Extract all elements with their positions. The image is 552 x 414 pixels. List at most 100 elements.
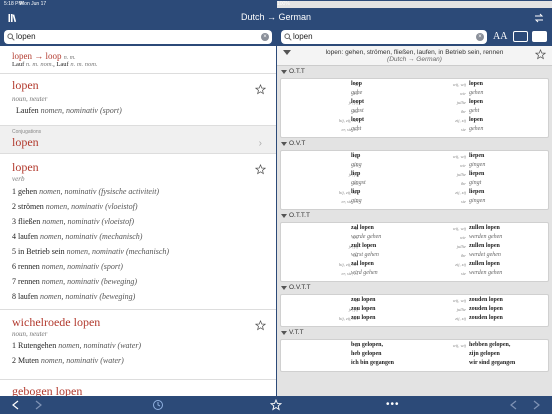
headword: wichelroede lopen <box>12 315 101 329</box>
sense-row: 3 fließen nomen, nominativ (vloeistof) <box>12 217 134 226</box>
sense-row: 7 rennen nomen, nominativ (beweging) <box>12 277 138 286</box>
swap-icon[interactable] <box>534 13 544 23</box>
forward-icon[interactable] <box>32 399 44 411</box>
section-title: O.T.T.T <box>289 212 310 219</box>
table-row: er, sie, es geht sie gehen <box>281 126 548 135</box>
clear-icon[interactable]: × <box>476 33 484 41</box>
back-icon[interactable] <box>508 399 520 411</box>
verb-form-cell: loopt <box>351 99 365 105</box>
list-item[interactable]: lopen noun, neuter Laufen nomen, nominat… <box>0 74 276 126</box>
chevron-right-icon: › <box>258 138 262 149</box>
right-search-input[interactable]: lopen <box>293 32 313 41</box>
table-row: hij, zij, het zou lopen zij, zij zouden lop… <box>281 315 548 324</box>
section-header[interactable]: O.V.T.T <box>277 282 552 294</box>
table-row: je, jij zult lopen jullie zullen lopen <box>281 243 548 252</box>
sense-row: 6 rennen nomen, nominativ (sport) <box>12 262 123 271</box>
verb-form-cell: lopen <box>469 99 484 105</box>
star-icon[interactable] <box>535 49 546 60</box>
pronoun-cell: jullie <box>456 100 466 105</box>
verb-form-cell: gingt <box>469 180 482 186</box>
table-row: heb gelopen zijn gelopen <box>281 351 548 360</box>
section-header[interactable]: O.T.T <box>277 66 552 78</box>
verb-form-cell: lopen <box>469 81 484 87</box>
sense-row: 2 Muten nomen, nominativ (water) <box>12 356 124 365</box>
verb-form-cell: gehen <box>469 90 484 96</box>
collapse-icon[interactable] <box>283 50 291 55</box>
verb-form-cell: ich bin gegangen <box>351 360 395 366</box>
verb-form-cell: wirst gehen <box>351 252 379 258</box>
list-item[interactable]: wichelroede lopen noun, neuter 1 Rutenge… <box>0 310 276 380</box>
list-item[interactable]: lopen verb 1 gehen nomen, nominativ (fys… <box>0 154 276 310</box>
pronoun-cell: jullie <box>456 172 466 177</box>
page-title: Dutch → German <box>240 12 312 22</box>
verb-form-cell: werde gehen <box>351 234 382 240</box>
verb-form-cell: zou lopen <box>351 306 376 312</box>
pronoun-cell: jullie <box>456 244 466 249</box>
verb-form-cell: zouden lopen <box>469 306 503 312</box>
sense-row: 1 Rutengehen nomen, nominativ (water) <box>12 341 142 350</box>
favorites-icon[interactable] <box>270 399 282 411</box>
verb-form-cell: loopt <box>351 117 365 123</box>
verb-form-cell: zullen lopen <box>469 243 500 249</box>
verb-form-cell: loop <box>351 81 363 87</box>
disclosure-icon <box>281 331 287 335</box>
verb-form-cell: zullen lopen <box>469 261 500 267</box>
pronoun-cell: wij, wij <box>452 154 466 159</box>
table-row: du wirst gehen ihr werdet gehen <box>281 252 548 261</box>
verb-form-cell: zal lopen <box>351 261 374 267</box>
pronoun-cell: jullie <box>456 307 466 312</box>
conjugation-table: ik loop wij, wij lopen ich gehe wir gehen je, ji… <box>280 78 549 138</box>
section-header[interactable]: O.T.T.T <box>277 210 552 222</box>
detail-pane[interactable]: lopen: gehen, strömen, fließen, laufen, … <box>277 46 552 396</box>
table-row: ik zal lopen wij, wij zullen lopen <box>281 225 548 234</box>
sense-row: 5 in Betrieb sein nomen, nominativ (mech… <box>12 247 170 256</box>
table-row: er, sie, es ging sie gingen <box>281 198 548 207</box>
single-pane-icon[interactable] <box>513 31 528 42</box>
star-icon[interactable] <box>255 164 266 175</box>
conjugation-table: ik zou lopen wij, wij zouden lopen je, jij zo… <box>280 294 549 327</box>
pronoun-cell: zij, zij <box>455 118 466 123</box>
clear-icon[interactable]: × <box>261 33 269 41</box>
pronoun-cell: wir <box>459 163 466 168</box>
conjugations-item[interactable]: Conjugations lopen › <box>0 126 276 154</box>
table-row: hij, zij, het zal lopen zij, zij zullen lop… <box>281 261 548 270</box>
bottom-toolbar: ••• <box>0 396 552 414</box>
list-item[interactable]: gebogen lopen <box>0 380 276 396</box>
left-search-field[interactable]: lopen × <box>4 30 272 44</box>
right-search-field[interactable]: lopen × <box>281 30 487 44</box>
conjugation-table: ik ben gelopen, wij, wij hebben gelopen, heb… <box>280 339 549 372</box>
verb-form-cell: liepen <box>469 171 485 177</box>
more-icon[interactable]: ••• <box>386 399 400 410</box>
left-search-input[interactable]: lopen <box>16 32 36 41</box>
history-icon[interactable] <box>152 399 164 411</box>
conjugation-section: O.T.T.T ik zal lopen wij, wij zullen lopen ic… <box>277 210 552 282</box>
back-icon[interactable] <box>10 399 22 411</box>
star-icon[interactable] <box>255 84 266 95</box>
table-row: ich ging wir gingen <box>281 162 548 171</box>
conjugation-section: V.T.T ik ben gelopen, wij, wij hebben gelope… <box>277 327 552 372</box>
list-item[interactable]: lopen → loop n. m. Lauf n. m. nom., Lauf… <box>0 46 276 74</box>
sense-row: 2 strömen nomen, nominativ (vloeistof) <box>12 202 138 211</box>
verb-form-cell: zou lopen <box>351 315 376 321</box>
forward-icon[interactable] <box>530 399 542 411</box>
star-icon[interactable] <box>255 320 266 331</box>
verb-form-cell: zouden lopen <box>469 315 503 321</box>
results-list[interactable]: lopen → loop n. m. Lauf n. m. nom., Lauf… <box>0 46 276 396</box>
table-row: ich werde gehen wir werden gehen <box>281 234 548 243</box>
search-icon <box>7 33 15 41</box>
pronoun-cell: wij, wij <box>452 343 466 348</box>
split-pane-icon[interactable] <box>532 31 547 42</box>
section-header[interactable]: O.V.T <box>277 138 552 150</box>
verb-form-cell: wir sind gegangen <box>469 360 516 366</box>
font-size-button[interactable]: AA <box>493 31 507 42</box>
sense-row: 1 gehen nomen, nominativ (fysische activ… <box>12 187 160 196</box>
section-header[interactable]: V.T.T <box>277 327 552 339</box>
pronoun-cell: wij, wij <box>452 226 466 231</box>
verb-form-cell: ging <box>351 198 362 204</box>
disclosure-icon <box>281 214 287 218</box>
status-date: Mon Jun 17 <box>20 1 47 7</box>
sense-row: 8 laufen nomen, nominativ (beweging) <box>12 292 136 301</box>
detail-direction: (Dutch → German) <box>387 56 442 63</box>
pronoun-cell: zij, zij <box>455 316 466 321</box>
disclosure-icon <box>281 142 287 146</box>
